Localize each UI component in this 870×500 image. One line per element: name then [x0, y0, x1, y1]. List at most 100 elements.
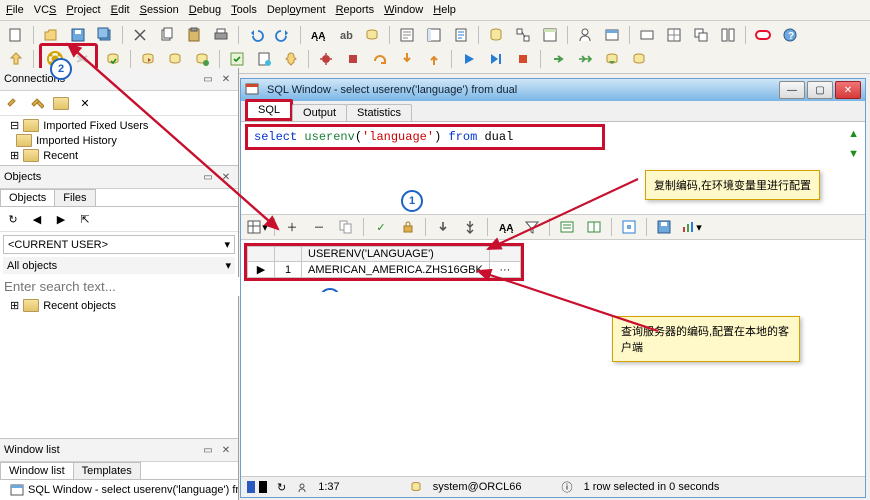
prev-icon[interactable]: ◀ — [27, 209, 47, 229]
tab-output[interactable]: Output — [292, 104, 347, 121]
panel-restore-icon[interactable]: ▭ — [200, 443, 216, 457]
connections-panel: Connections ▭✕ ✕ ⊟ Imported Fixed Users … — [0, 68, 238, 166]
menu-window[interactable]: Window — [384, 4, 423, 16]
main-toolbars: ĄĄ ab ? — [0, 21, 870, 74]
export-button[interactable] — [617, 215, 641, 239]
menu-tools[interactable]: Tools — [231, 4, 257, 16]
sql-editor[interactable]: select userenv('language') from dual ▲ ▼… — [241, 122, 865, 214]
minimize-button[interactable]: — — [779, 81, 805, 99]
tab-files[interactable]: Files — [54, 189, 95, 206]
sql-window-titlebar[interactable]: SQL Window - select userenv('language') … — [241, 79, 865, 101]
panel-close-icon[interactable]: ✕ — [218, 72, 234, 86]
scroll-up-icon[interactable]: ▲ — [848, 128, 859, 140]
post-button[interactable]: ✓ — [369, 215, 393, 239]
maximize-button[interactable]: ▢ — [807, 81, 833, 99]
describe-button[interactable] — [422, 23, 446, 47]
object-search-input[interactable] — [0, 277, 246, 296]
refresh-icon[interactable]: ↻ — [3, 209, 23, 229]
paste-button[interactable] — [182, 23, 206, 47]
menu-reports[interactable]: Reports — [336, 4, 375, 16]
add-row-button[interactable]: ＋ — [280, 215, 304, 239]
refresh-status-icon[interactable]: ↻ — [277, 481, 286, 494]
tab-objects[interactable]: Objects — [0, 189, 55, 206]
current-user-dropdown[interactable]: <CURRENT USER>▾ — [3, 235, 235, 254]
new-dropdown-button[interactable] — [4, 23, 28, 47]
menu-debug[interactable]: Debug — [189, 4, 221, 16]
disconnect-icon[interactable] — [27, 93, 47, 113]
redo-button[interactable] — [271, 23, 295, 47]
chart-button[interactable]: ▾ — [679, 215, 703, 239]
menu-file[interactable]: File — [6, 4, 24, 16]
explain-plan-button[interactable] — [395, 23, 419, 47]
grid-column-header[interactable]: USERENV('LANGUAGE') — [302, 247, 490, 262]
tab-statistics[interactable]: Statistics — [346, 104, 412, 121]
single-record-button[interactable] — [555, 215, 579, 239]
panel-restore-icon[interactable]: ▭ — [200, 72, 216, 86]
cell-expand-button[interactable]: ··· — [489, 262, 520, 278]
collapse-icon[interactable]: ⇱ — [75, 209, 95, 229]
next-icon[interactable]: ▶ — [51, 209, 71, 229]
delete-row-button[interactable]: － — [307, 215, 331, 239]
menu-deployment[interactable]: Deployment — [267, 4, 326, 16]
tab-window-list[interactable]: Window list — [0, 462, 74, 479]
panel-close-icon[interactable]: ✕ — [218, 443, 234, 457]
new-window-button[interactable] — [600, 23, 624, 47]
menu-help[interactable]: Help — [433, 4, 456, 16]
undo-button[interactable] — [244, 23, 268, 47]
tree-item[interactable]: ⊞ Recent — [0, 148, 238, 163]
menu-edit[interactable]: Edit — [111, 4, 130, 16]
svg-text:ĄĄ: ĄĄ — [499, 223, 513, 234]
oracle-icon[interactable] — [751, 23, 775, 47]
help-button[interactable]: ? — [778, 23, 802, 47]
find-in-grid-button[interactable]: ĄĄ — [493, 215, 517, 239]
connect-icon[interactable] — [3, 93, 23, 113]
duplicate-row-button[interactable] — [334, 215, 358, 239]
menu-session[interactable]: Session — [140, 4, 179, 16]
scroll-down-icon[interactable]: ▼ — [848, 148, 859, 160]
window-list-item[interactable]: SQL Window - select userenv('language') … — [0, 482, 238, 498]
find-db-button[interactable] — [360, 23, 384, 47]
panel-close-icon[interactable]: ✕ — [218, 170, 234, 184]
folder-icon[interactable] — [51, 93, 71, 113]
replace-button[interactable]: ab — [333, 23, 357, 47]
lock-button[interactable] — [396, 215, 420, 239]
results-grid-area: USERENV('LANGUAGE') ▶ 1 AMERICAN_AMERICA… — [241, 240, 865, 292]
close-button[interactable]: ✕ — [835, 81, 861, 99]
tree-item[interactable]: ⊟ Imported Fixed Users — [0, 118, 238, 133]
editor-function: userenv — [304, 130, 354, 144]
copy-button[interactable] — [155, 23, 179, 47]
delete-connection-icon[interactable]: ✕ — [75, 93, 95, 113]
tab-sql[interactable]: SQL — [245, 99, 293, 121]
view-source-button[interactable] — [449, 23, 473, 47]
tab-templates[interactable]: Templates — [73, 462, 141, 479]
fetch-next-button[interactable] — [431, 215, 455, 239]
print-button[interactable] — [209, 23, 233, 47]
find-button[interactable]: ĄĄ — [306, 23, 330, 47]
tree-item[interactable]: Imported History — [0, 133, 238, 148]
sql-window: SQL Window - select userenv('language') … — [240, 78, 866, 498]
sql-window-statusbar: ↻ 1:37 system@ORCL66 ⓘ 1 row selected in… — [241, 476, 865, 497]
new-db-button[interactable] — [484, 23, 508, 47]
scope-dropdown[interactable]: All objects▾ — [3, 257, 235, 274]
recent-objects-item[interactable]: ⊞ Recent objects — [0, 298, 238, 313]
object-browser-button[interactable] — [538, 23, 562, 47]
panel-restore-icon[interactable]: ▭ — [200, 170, 216, 184]
fetch-all-button[interactable] — [458, 215, 482, 239]
cascade-windows-button[interactable] — [689, 23, 713, 47]
tool-a-button[interactable] — [635, 23, 659, 47]
filter-button[interactable] — [520, 215, 544, 239]
results-grid[interactable]: USERENV('LANGUAGE') ▶ 1 AMERICAN_AMERICA… — [247, 246, 521, 278]
query-builder-button[interactable] — [511, 23, 535, 47]
grid-mode-button[interactable]: ▾ — [245, 215, 269, 239]
tool-b-button[interactable] — [662, 23, 686, 47]
linked-query-button[interactable] — [582, 215, 606, 239]
editor-table: dual — [484, 130, 513, 144]
menu-vcs[interactable]: VCS — [34, 4, 57, 16]
cut-button[interactable] — [128, 23, 152, 47]
menu-project[interactable]: Project — [66, 4, 100, 16]
grid-cell-value[interactable]: AMERICAN_AMERICA.ZHS16GBK — [302, 262, 490, 278]
tile-windows-button[interactable] — [716, 23, 740, 47]
row-indicator-icon: ▶ — [248, 262, 275, 278]
sessions-button[interactable] — [573, 23, 597, 47]
save-results-button[interactable] — [652, 215, 676, 239]
